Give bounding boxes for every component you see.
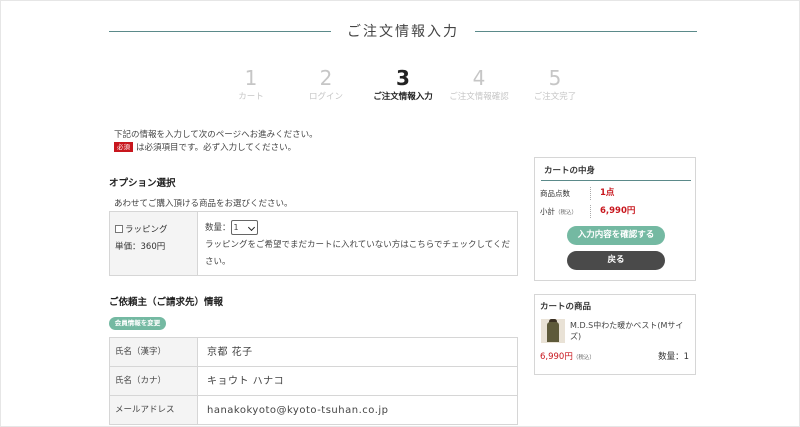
product-price-group: 6,990円（税込） (540, 350, 595, 362)
tax-note: （税込） (555, 210, 578, 216)
product-price: 6,990円 (540, 352, 573, 362)
cart-subtotal-value: 6,990円 (600, 206, 636, 216)
cart-products-box: カートの商品 M.D.S中わた暖かベスト(Mサイズ) 6,990円（税込） 数量… (534, 294, 696, 375)
cart-count-row: 商品点数 1点 (540, 187, 690, 200)
table-row: 氏名（漢字） 京都 花子 (110, 338, 517, 367)
thumbnail-figure-vest (547, 322, 559, 342)
cart-subtotal-label-group: 小計（税込） (540, 205, 577, 220)
option-section-title: オプション選択 (109, 178, 176, 189)
name-kana-label: 氏名（カナ） (110, 367, 198, 395)
divider (590, 205, 591, 218)
option-table: ラッピング 単価：360円 数量： 1 ラッピングをご希望でまだカートに入れていな… (109, 211, 518, 276)
cart-subtotal-row: 小計（税込） 6,990円 (540, 205, 690, 218)
product-name[interactable]: M.D.S中わた暖かベスト(Mサイズ) (570, 320, 690, 342)
email-value: hanakokyoto@kyoto-tsuhan.co.jp (207, 405, 389, 416)
cart-products-title: カートの商品 (540, 302, 592, 312)
cart-subtotal-label: 小計 (540, 207, 555, 216)
tax-note: （税込） (572, 355, 595, 361)
email-label: メールアドレス (110, 396, 198, 424)
cart-count-label: 商品点数 (540, 189, 570, 198)
step-label: ご注文完了 (533, 92, 577, 102)
option-label-cell: ラッピング 単価：360円 (110, 212, 198, 275)
customer-section-title: ご依頼主（ご請求先）情報 (109, 297, 224, 308)
intro-line: 下記の情報を入力して次のページへお進みください。 (114, 130, 318, 140)
header-line-right (475, 31, 697, 32)
page-header: ご注文情報入力 (109, 19, 697, 43)
table-row: 氏名（カナ） キョウト ハナコ (110, 367, 517, 396)
wrapping-unit-price: 単価：360円 (115, 242, 166, 252)
customer-info-table: 氏名（漢字） 京都 花子 氏名（カナ） キョウト ハナコ メールアドレス han… (109, 337, 518, 425)
product-quantity: 数量：1 (658, 352, 689, 362)
progress-steps: 1 カート 2 ログイン 3 ご注文情報入力 4 ご注文情報確認 5 ご注文完了 (201, 67, 601, 107)
confirm-input-button[interactable]: 入力内容を確認する (567, 226, 665, 245)
quantity-value: 1 (233, 223, 239, 232)
step-order-complete: 5 ご注文完了 (510, 67, 600, 102)
wrapping-checkbox-row[interactable]: ラッピング (115, 222, 197, 239)
wrapping-note: ラッピングをご希望でまだカートに入れていない方はこちらでチェックしてください。 (205, 240, 510, 267)
cart-summary-title: カートの中身 (541, 164, 691, 181)
change-member-info-button[interactable]: 会員情報を変更 (109, 317, 166, 330)
back-button[interactable]: 戻る (567, 251, 665, 270)
step-number: 5 (548, 66, 562, 90)
divider (590, 187, 591, 200)
name-kanji-value: 京都 花子 (207, 347, 253, 358)
quantity-label: 数量： (205, 223, 231, 233)
wrapping-checkbox[interactable] (115, 225, 123, 233)
quantity-row: 数量： 1 (205, 220, 515, 237)
product-thumbnail[interactable] (541, 319, 565, 343)
intro-required-text: は必須項目です。必ず入力してください。 (136, 143, 297, 153)
table-row: メールアドレス hanakokyoto@kyoto-tsuhan.co.jp (110, 396, 517, 425)
option-value-cell: 数量： 1 ラッピングをご希望でまだカートに入れていない方はこちらでチェックしてく… (205, 220, 515, 271)
required-badge: 必須 (114, 142, 133, 152)
name-kanji-label: 氏名（漢字） (110, 338, 198, 366)
chevron-down-icon (247, 223, 255, 232)
intro-text: 下記の情報を入力して次のページへお進みください。 必須 は必須項目です。必ず入力し… (114, 129, 318, 155)
wrapping-label: ラッピング (125, 225, 168, 235)
option-description: あわせてご購入頂ける商品をお選びください。 (114, 199, 293, 209)
cart-count-value: 1点 (600, 188, 615, 198)
cart-summary-box: カートの中身 商品点数 1点 小計（税込） 6,990円 入力内容を確認する 戻… (534, 157, 696, 281)
intro-required-line: 必須 は必須項目です。必ず入力してください。 (114, 142, 318, 155)
quantity-select[interactable]: 1 (230, 220, 258, 235)
name-kana-value: キョウト ハナコ (207, 376, 285, 387)
